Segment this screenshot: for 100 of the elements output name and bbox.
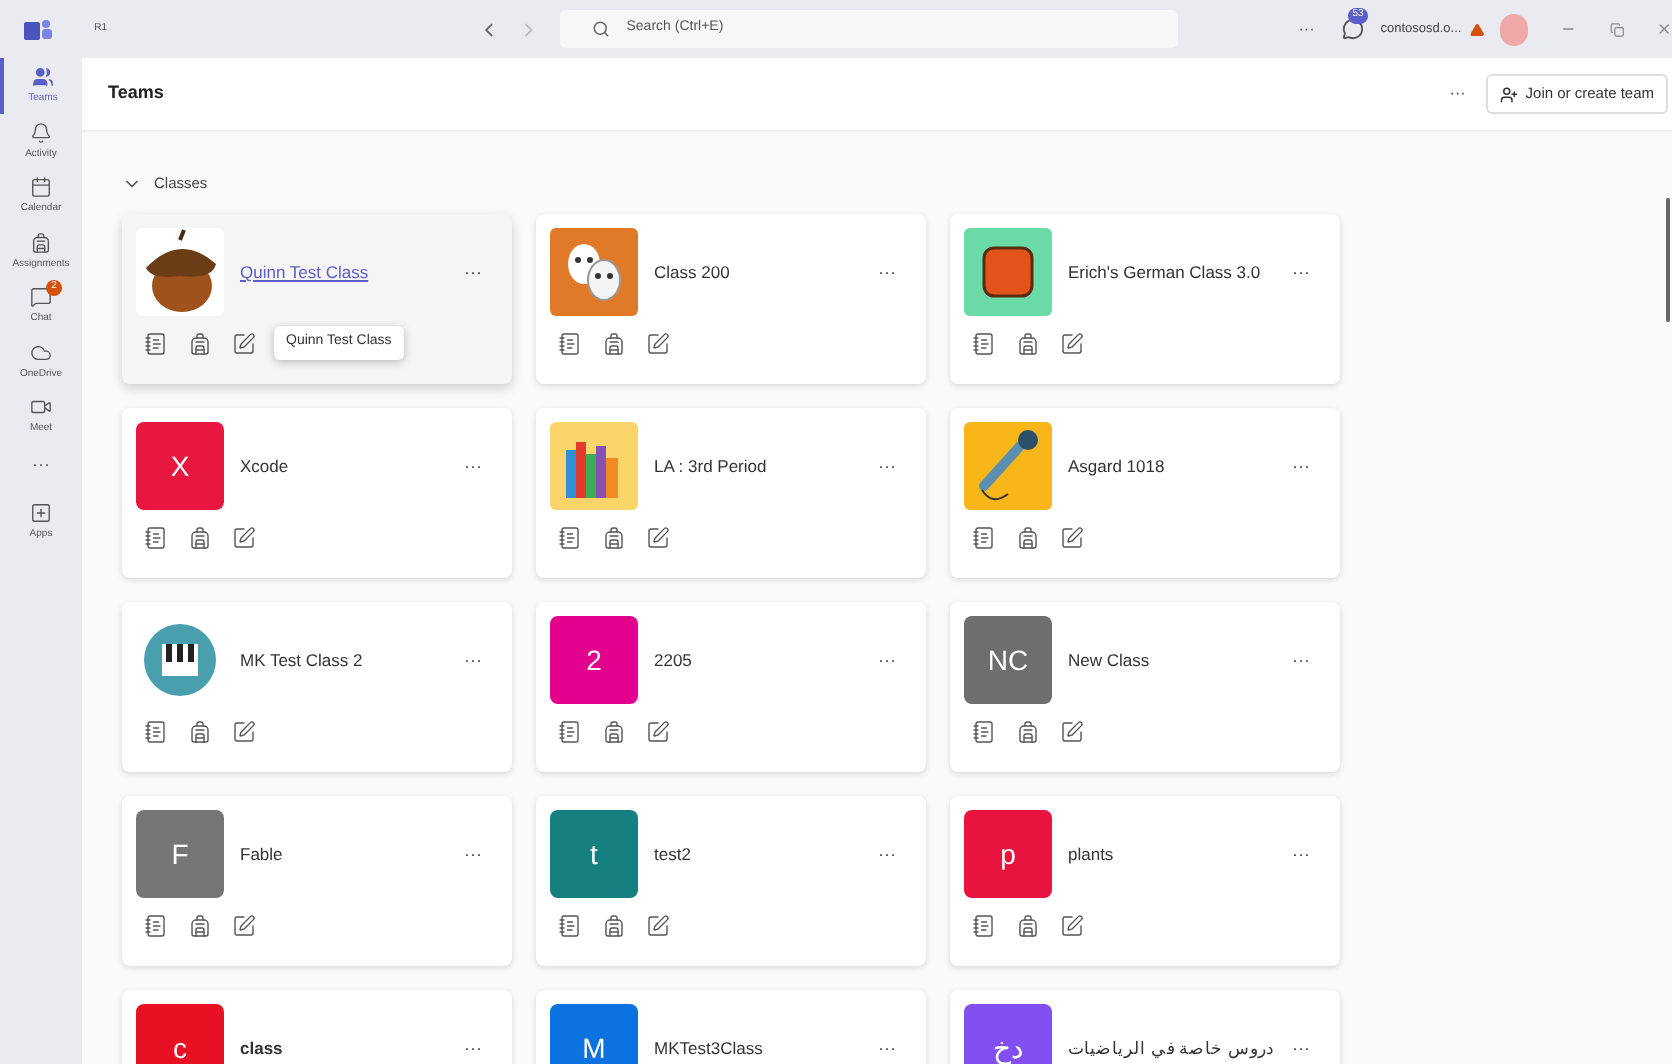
class-avatar: t — [550, 810, 638, 899]
pen-square-icon[interactable] — [646, 526, 670, 551]
cloud-icon — [30, 341, 52, 363]
notebook-icon[interactable] — [972, 332, 996, 357]
more-options-button[interactable]: ··· — [464, 841, 482, 868]
notebook-icon[interactable] — [972, 526, 996, 551]
class-card[interactable]: F Fable ··· — [122, 796, 512, 967]
class-name[interactable]: plants — [1068, 843, 1292, 866]
class-card[interactable]: M MKTest3Class ··· — [536, 990, 926, 1064]
class-avatar: 2 — [550, 616, 638, 705]
page-title: Teams — [108, 80, 166, 107]
backpack-icon[interactable] — [602, 526, 626, 551]
backpack-icon[interactable] — [1016, 914, 1040, 939]
more-button[interactable]: ··· — [1298, 17, 1315, 41]
pen-square-icon[interactable] — [232, 720, 256, 745]
class-card[interactable]: Asgard 1018 ··· — [950, 408, 1340, 579]
notification-icon[interactable] — [1342, 18, 1365, 40]
class-name[interactable]: MK Test Class 2 — [240, 649, 464, 672]
class-name[interactable]: Erich's German Class 3.0 — [1068, 261, 1292, 284]
chat-icon — [30, 286, 52, 308]
more-options-button[interactable]: ··· — [878, 841, 896, 868]
microphone-picture — [964, 422, 1052, 511]
notebook-icon[interactable] — [144, 720, 168, 745]
backpack-icon[interactable] — [188, 720, 212, 745]
class-name[interactable]: Class 200 — [654, 261, 878, 284]
notebook-icon[interactable] — [972, 720, 996, 745]
class-name[interactable]: Quinn Test Class — [240, 261, 464, 284]
class-name[interactable]: 2205 — [654, 649, 878, 672]
rail-item[interactable]: ··· — [0, 443, 82, 481]
pen-square-icon[interactable] — [232, 914, 256, 939]
notebook-icon[interactable] — [144, 526, 168, 551]
class-name[interactable]: test2 — [654, 843, 878, 866]
pen-square-icon[interactable] — [1060, 720, 1084, 745]
app-logo-icon — [23, 17, 52, 41]
more-options-button[interactable]: ··· — [878, 259, 896, 286]
more-options-button[interactable]: ··· — [464, 259, 482, 286]
more-options-button[interactable]: ··· — [464, 1035, 482, 1062]
backpack-icon[interactable] — [1016, 526, 1040, 551]
notebook-icon[interactable] — [972, 914, 996, 939]
more-options-button[interactable]: ··· — [1292, 453, 1310, 480]
more-options-button[interactable]: ··· — [878, 453, 896, 480]
pen-square-icon[interactable] — [232, 526, 256, 551]
notebook-icon[interactable] — [558, 526, 582, 551]
class-card[interactable]: t test2 ··· — [536, 796, 926, 967]
more-options-button[interactable]: ··· — [1292, 647, 1310, 674]
more-button[interactable]: ··· — [1449, 82, 1466, 106]
class-name[interactable]: دروس خاصة في الرياضيات — [1068, 1037, 1292, 1060]
class-card[interactable]: 2 2205 ··· — [536, 602, 926, 773]
class-card[interactable]: MK Test Class 2 ··· — [122, 602, 512, 773]
class-name[interactable]: MKTest3Class — [654, 1037, 878, 1060]
pen-square-icon[interactable] — [646, 720, 670, 745]
class-name[interactable]: Asgard 1018 — [1068, 455, 1292, 478]
class-card[interactable]: NC New Class ··· — [950, 602, 1340, 773]
backpack-icon[interactable] — [602, 914, 626, 939]
more-options-button[interactable]: ··· — [464, 453, 482, 480]
books-picture — [550, 422, 638, 511]
more-options-button[interactable]: ··· — [878, 647, 896, 674]
more-options-button[interactable]: ··· — [878, 1035, 896, 1062]
backpack-icon[interactable] — [1016, 332, 1040, 357]
backpack-icon[interactable] — [602, 720, 626, 745]
class-card[interactable]: Erich's German Class 3.0 ··· — [950, 214, 1340, 385]
pen-square-icon[interactable] — [1060, 332, 1084, 357]
class-name[interactable]: New Class — [1068, 649, 1292, 672]
notebook-icon[interactable] — [144, 914, 168, 939]
rounded-tile-picture — [964, 228, 1052, 317]
pen-square-icon[interactable] — [1060, 914, 1084, 939]
notebook-icon[interactable] — [144, 332, 168, 357]
backpack-icon[interactable] — [188, 914, 212, 939]
class-name[interactable]: Fable — [240, 843, 464, 866]
pen-square-icon[interactable] — [646, 332, 670, 357]
class-card[interactable]: LA : 3rd Period ··· — [536, 408, 926, 579]
class-card[interactable]: Class 200 ··· — [536, 214, 926, 385]
more-options-button[interactable]: ··· — [464, 647, 482, 674]
backpack-icon[interactable] — [188, 526, 212, 551]
class-card[interactable]: c class ··· — [122, 990, 512, 1064]
scrollbar[interactable] — [1666, 198, 1670, 322]
backpack-icon[interactable] — [602, 332, 626, 357]
more-options-button[interactable]: ··· — [1292, 259, 1310, 286]
add-person-icon — [1499, 85, 1518, 103]
class-name[interactable]: class — [240, 1037, 464, 1060]
class-avatar: M — [550, 1004, 638, 1064]
class-card[interactable]: دخ دروس خاصة في الرياضيات ··· — [950, 990, 1340, 1064]
pen-square-icon[interactable] — [646, 914, 670, 939]
class-card[interactable]: X Xcode ··· — [122, 408, 512, 579]
notebook-icon[interactable] — [558, 720, 582, 745]
class-card[interactable]: p plants ··· — [950, 796, 1340, 967]
restore-icon[interactable] — [1609, 21, 1624, 37]
backpack-icon[interactable] — [188, 332, 212, 357]
class-name[interactable]: LA : 3rd Period — [654, 455, 878, 478]
class-avatar: X — [136, 422, 224, 511]
more-options-button[interactable]: ··· — [1292, 841, 1310, 868]
notebook-icon[interactable] — [558, 914, 582, 939]
pen-square-icon[interactable] — [232, 332, 256, 357]
backpack-icon[interactable] — [1016, 720, 1040, 745]
close-icon[interactable] — [1655, 20, 1672, 38]
acorn-picture — [136, 228, 224, 317]
class-name[interactable]: Xcode — [240, 455, 464, 478]
pen-square-icon[interactable] — [1060, 526, 1084, 551]
notebook-icon[interactable] — [558, 332, 582, 357]
more-options-button[interactable]: ··· — [1292, 1035, 1310, 1062]
